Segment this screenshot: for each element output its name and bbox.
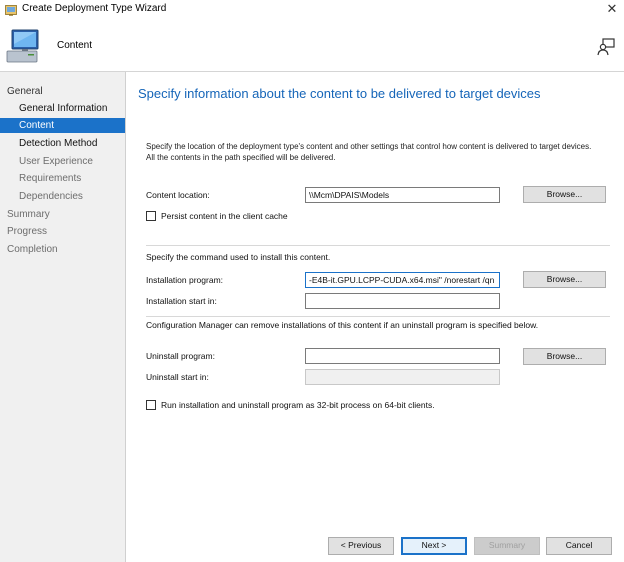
sidebar-item-content[interactable]: Content <box>0 118 125 133</box>
sidebar-item-detection-method[interactable]: Detection Method <box>0 136 125 151</box>
cancel-button[interactable]: Cancel <box>546 537 612 555</box>
run-32bit-label: Run installation and uninstall program a… <box>161 400 435 410</box>
wizard-header: Content <box>0 20 624 72</box>
sidebar-item-requirements[interactable]: Requirements <box>0 171 125 186</box>
previous-button[interactable]: < Previous <box>328 537 394 555</box>
page-title: Content <box>57 40 93 51</box>
wizard-app-icon <box>5 5 17 16</box>
persist-cache-label: Persist content in the client cache <box>161 211 288 221</box>
content-location-label: Content location: <box>146 190 210 200</box>
installation-program-input[interactable]: -E4B-it.GPU.LCPP-CUDA.x64.msi" /norestar… <box>305 272 500 288</box>
persist-cache-checkbox[interactable] <box>146 211 156 221</box>
help-person-icon[interactable] <box>597 38 615 56</box>
sidebar-item-general[interactable]: General <box>0 84 125 99</box>
uninstall-start-in-label: Uninstall start in: <box>146 372 209 382</box>
uninstall-program-label: Uninstall program: <box>146 351 215 361</box>
title-bar: Create Deployment Type Wizard ✕ <box>0 0 624 20</box>
install-section-label: Specify the command used to install this… <box>146 252 331 262</box>
section-heading: Specify information about the content to… <box>138 86 541 101</box>
divider <box>146 245 610 246</box>
installation-program-label: Installation program: <box>146 275 224 285</box>
run-32bit-checkbox[interactable] <box>146 400 156 410</box>
close-icon[interactable]: ✕ <box>604 1 620 17</box>
sidebar-item-summary[interactable]: Summary <box>0 207 125 222</box>
content-location-input[interactable]: \\Mcm\DPAIS\Models <box>305 187 500 203</box>
wizard-steps-sidebar: General General Information Content Dete… <box>0 72 126 562</box>
next-button[interactable]: Next > <box>401 537 467 555</box>
sidebar-item-progress[interactable]: Progress <box>0 224 125 239</box>
uninstall-info-text: Configuration Manager can remove install… <box>146 320 539 330</box>
installation-start-in-input[interactable] <box>305 293 500 309</box>
sidebar-item-dependencies[interactable]: Dependencies <box>0 189 125 204</box>
content-location-browse-button[interactable]: Browse... <box>523 186 606 203</box>
window-title: Create Deployment Type Wizard <box>22 3 167 14</box>
installation-start-in-label: Installation start in: <box>146 296 217 306</box>
uninstall-program-browse-button[interactable]: Browse... <box>523 348 606 365</box>
sidebar-item-completion[interactable]: Completion <box>0 242 125 257</box>
sidebar-item-user-experience[interactable]: User Experience <box>0 154 125 169</box>
content-description: Specify the location of the deployment t… <box>146 142 592 162</box>
summary-button: Summary <box>474 537 540 555</box>
uninstall-program-input[interactable] <box>305 348 500 364</box>
sidebar-item-general-information[interactable]: General Information <box>0 101 125 116</box>
installation-program-browse-button[interactable]: Browse... <box>523 271 606 288</box>
computer-icon <box>6 29 39 63</box>
uninstall-start-in-input <box>305 369 500 385</box>
divider <box>146 316 610 317</box>
